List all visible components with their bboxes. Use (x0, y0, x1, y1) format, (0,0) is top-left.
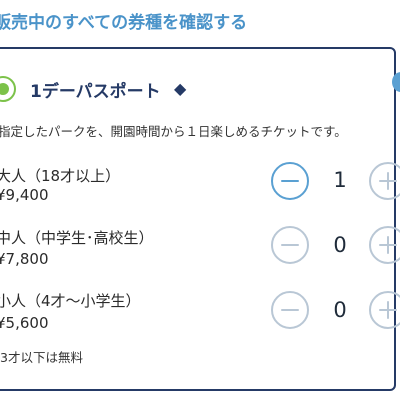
junior-minus-button[interactable] (271, 226, 309, 264)
minus-icon (281, 243, 299, 247)
radio-selected-dot (0, 83, 9, 95)
child-plus-button[interactable] (369, 291, 400, 329)
child-quantity: 0 (333, 298, 347, 322)
child-label: 小人（4才〜小学生） (0, 292, 141, 310)
junior-quantity: 0 (333, 233, 347, 257)
adult-minus-button[interactable] (271, 162, 309, 200)
minus-icon (281, 308, 299, 312)
minus-icon (281, 179, 299, 183)
ticket-description: 指定したパークを、開園時間から１日楽しめるチケットです。 (0, 124, 347, 139)
plus-icon-vertical (386, 301, 390, 319)
junior-price: ¥7,800 (0, 250, 49, 268)
junior-label: 中人（中学生･高校生） (0, 229, 154, 247)
ticket-title: 1デーパスポート (30, 82, 161, 102)
plus-icon-vertical (386, 236, 390, 254)
diamond-icon: ◆ (174, 79, 187, 98)
free-admission-note: 3才以下は無料 (0, 350, 83, 365)
adult-quantity: 1 (333, 168, 347, 192)
view-all-ticket-types-link[interactable]: 販売中のすべての券種を確認する (0, 8, 247, 33)
adult-plus-button[interactable] (369, 162, 400, 200)
adult-price: ¥9,400 (0, 186, 49, 204)
plus-icon-vertical (386, 172, 390, 190)
child-price: ¥5,600 (0, 314, 49, 332)
junior-plus-button[interactable] (369, 226, 400, 264)
adult-label: 大人（18才以上） (0, 167, 121, 185)
child-minus-button[interactable] (271, 291, 309, 329)
